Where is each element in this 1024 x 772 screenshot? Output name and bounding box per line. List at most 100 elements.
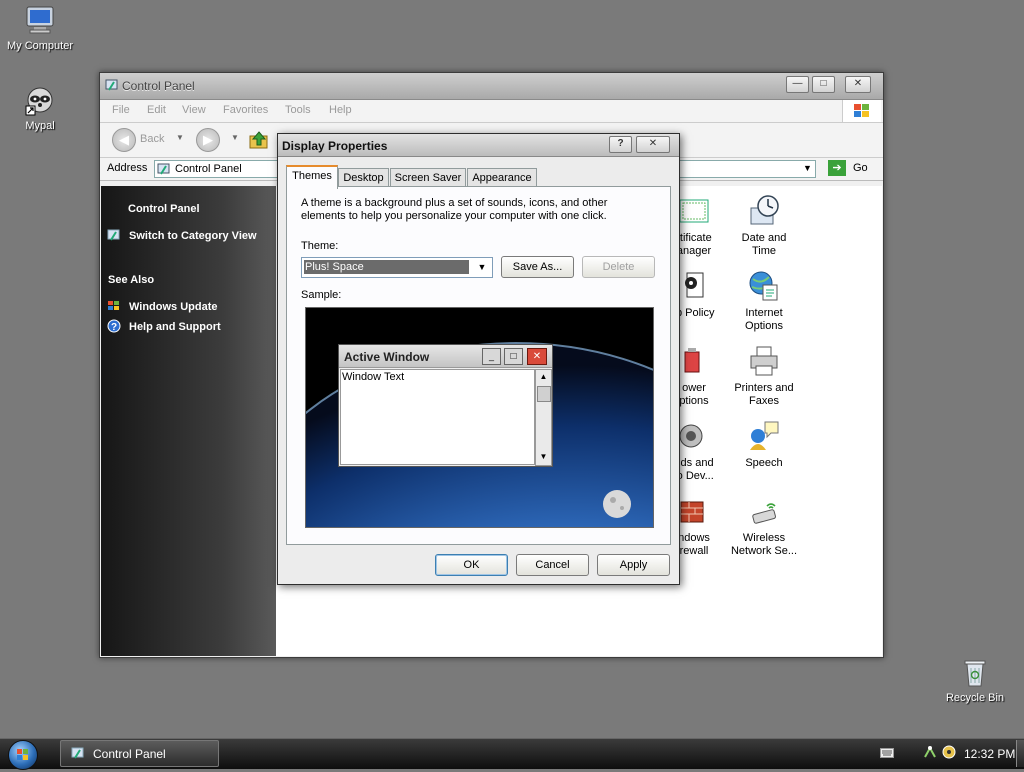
control-panel-title-icon	[105, 78, 119, 95]
back-label[interactable]: Back	[140, 133, 164, 145]
cp-item-label: Wireless	[742, 532, 786, 544]
menu-bar: File Edit View Favorites Tools Help	[100, 100, 883, 123]
sample-active-window: Active Window _ □ ✕ Window Text ▲ ▼	[338, 344, 553, 467]
firewall-icon	[677, 494, 711, 528]
address-dropdown-icon[interactable]: ▼	[803, 163, 812, 173]
back-dropdown-icon[interactable]: ▼	[176, 133, 184, 142]
see-also-header: See Also	[108, 274, 155, 286]
raccoon-icon	[24, 84, 56, 116]
menu-help[interactable]: Help	[329, 104, 352, 116]
window-title: Control Panel	[122, 79, 195, 93]
theme-select-value: Plus! Space	[304, 260, 469, 274]
menu-favorites[interactable]: Favorites	[223, 104, 268, 116]
help-and-support-link[interactable]: Help and Support	[129, 321, 221, 333]
dialog-close-button[interactable]: ✕	[636, 136, 670, 153]
certificate-icon	[677, 194, 711, 228]
cp-item-label: Options	[745, 320, 783, 332]
cp-item-label: Faxes	[749, 395, 779, 407]
volume-icon[interactable]	[942, 745, 956, 762]
cp-item-label: Time	[751, 245, 777, 257]
pane-header-control-panel: Control Panel	[128, 203, 200, 215]
control-panel-task-icon	[71, 746, 85, 763]
forward-dropdown-icon[interactable]: ▼	[231, 133, 239, 142]
desktop-icon-label: My Computer	[6, 40, 74, 52]
cp-item-label: Speech	[745, 457, 783, 469]
cp-item-label: Date and	[741, 232, 787, 244]
taskbar-button-label: Control Panel	[93, 747, 166, 761]
internet-options-icon	[747, 269, 781, 303]
menu-file[interactable]: File	[112, 104, 130, 116]
speech-icon	[747, 419, 781, 453]
desktop-icon-recycle-bin[interactable]: Recycle Bin	[935, 656, 1015, 704]
power-icon	[677, 344, 711, 378]
scroll-thumb	[537, 386, 551, 402]
sample-window-body: Window Text	[340, 369, 535, 465]
monitor-icon	[24, 4, 56, 36]
display-properties-dialog: Display Properties ? ✕ Themes Desktop Sc…	[277, 133, 680, 585]
address-value: Control Panel	[175, 163, 242, 175]
delete-button[interactable]: Delete	[582, 256, 655, 278]
show-desktop-button[interactable]	[1016, 740, 1024, 767]
forward-arrow-icon[interactable]: ▶	[196, 128, 220, 152]
taskbar-button-control-panel[interactable]: Control Panel	[60, 740, 219, 767]
sample-window-titlebar: Active Window _ □ ✕	[339, 345, 552, 368]
menu-tools[interactable]: Tools	[285, 104, 311, 116]
wireless-icon	[747, 494, 781, 528]
help-icon: ?	[107, 319, 121, 336]
sample-maximize-icon: □	[504, 348, 523, 365]
dialog-titlebar[interactable]: Display Properties ? ✕	[278, 134, 679, 157]
back-arrow-icon[interactable]: ◀	[112, 128, 136, 152]
desktop-icon-mypal[interactable]: Mypal	[0, 84, 80, 132]
tab-appearance[interactable]: Appearance	[467, 168, 537, 187]
sample-close-icon: ✕	[527, 348, 547, 365]
policy-icon	[677, 269, 711, 303]
tab-screen-saver[interactable]: Screen Saver	[390, 168, 466, 187]
cp-item-label: Internet	[745, 307, 783, 319]
cp-item-label: Printers and	[734, 382, 794, 394]
dialog-title: Display Properties	[282, 139, 388, 153]
themes-panel: A theme is a background plus a set of so…	[286, 186, 671, 545]
menu-edit[interactable]: Edit	[147, 104, 166, 116]
scroll-down-icon: ▼	[539, 452, 548, 461]
tab-themes[interactable]: Themes	[286, 165, 338, 189]
theme-sample-preview: Active Window _ □ ✕ Window Text ▲ ▼	[305, 307, 654, 528]
chevron-down-icon[interactable]: ▼	[474, 260, 490, 275]
go-arrow-icon[interactable]: ➔	[828, 160, 846, 176]
maximize-button[interactable]: □	[812, 76, 835, 93]
start-button[interactable]	[8, 740, 38, 770]
keyboard-icon[interactable]	[880, 748, 894, 761]
theme-label: Theme:	[301, 240, 339, 252]
sample-window-title: Active Window	[344, 350, 430, 364]
close-button[interactable]: ✕	[845, 76, 871, 93]
switch-to-category-view-link[interactable]: Switch to Category View	[129, 230, 257, 242]
windows-update-link[interactable]: Windows Update	[129, 301, 218, 313]
windows-update-icon	[107, 299, 121, 316]
desktop-icon-my-computer[interactable]: My Computer	[0, 4, 80, 52]
control-panel-titlebar[interactable]: Control Panel — □ ✕	[100, 73, 883, 100]
menu-view[interactable]: View	[182, 104, 206, 116]
cp-item-speech[interactable]: Speech	[722, 419, 806, 470]
cp-item-internet-options[interactable]: Internet Options	[722, 269, 806, 333]
scroll-up-icon: ▲	[539, 372, 548, 381]
cp-item-date-and-time[interactable]: Date and Time	[722, 194, 806, 258]
apply-button[interactable]: Apply	[597, 554, 670, 576]
svg-text:?: ?	[111, 322, 117, 333]
cancel-button[interactable]: Cancel	[516, 554, 589, 576]
windows-logo-icon	[842, 100, 881, 122]
theme-select[interactable]: Plus! Space ▼	[301, 257, 493, 278]
up-folder-icon[interactable]	[248, 129, 270, 154]
ok-button[interactable]: OK	[435, 554, 508, 576]
cp-item-printers-and-faxes[interactable]: Printers and Faxes	[722, 344, 806, 408]
clock[interactable]: 12:32 PM	[964, 747, 1015, 761]
network-icon[interactable]	[923, 745, 937, 762]
go-button[interactable]: Go	[853, 162, 868, 174]
help-button[interactable]: ?	[609, 136, 632, 153]
printer-icon	[747, 344, 781, 378]
save-as-button[interactable]: Save As...	[501, 256, 574, 278]
cp-item-wireless-network-setup[interactable]: Wireless Network Se...	[722, 494, 806, 558]
minimize-button[interactable]: —	[786, 76, 809, 93]
desktop-icon-label: Recycle Bin	[945, 692, 1005, 704]
tab-desktop[interactable]: Desktop	[338, 168, 389, 187]
sample-label: Sample:	[301, 289, 342, 301]
address-label: Address	[107, 162, 148, 174]
